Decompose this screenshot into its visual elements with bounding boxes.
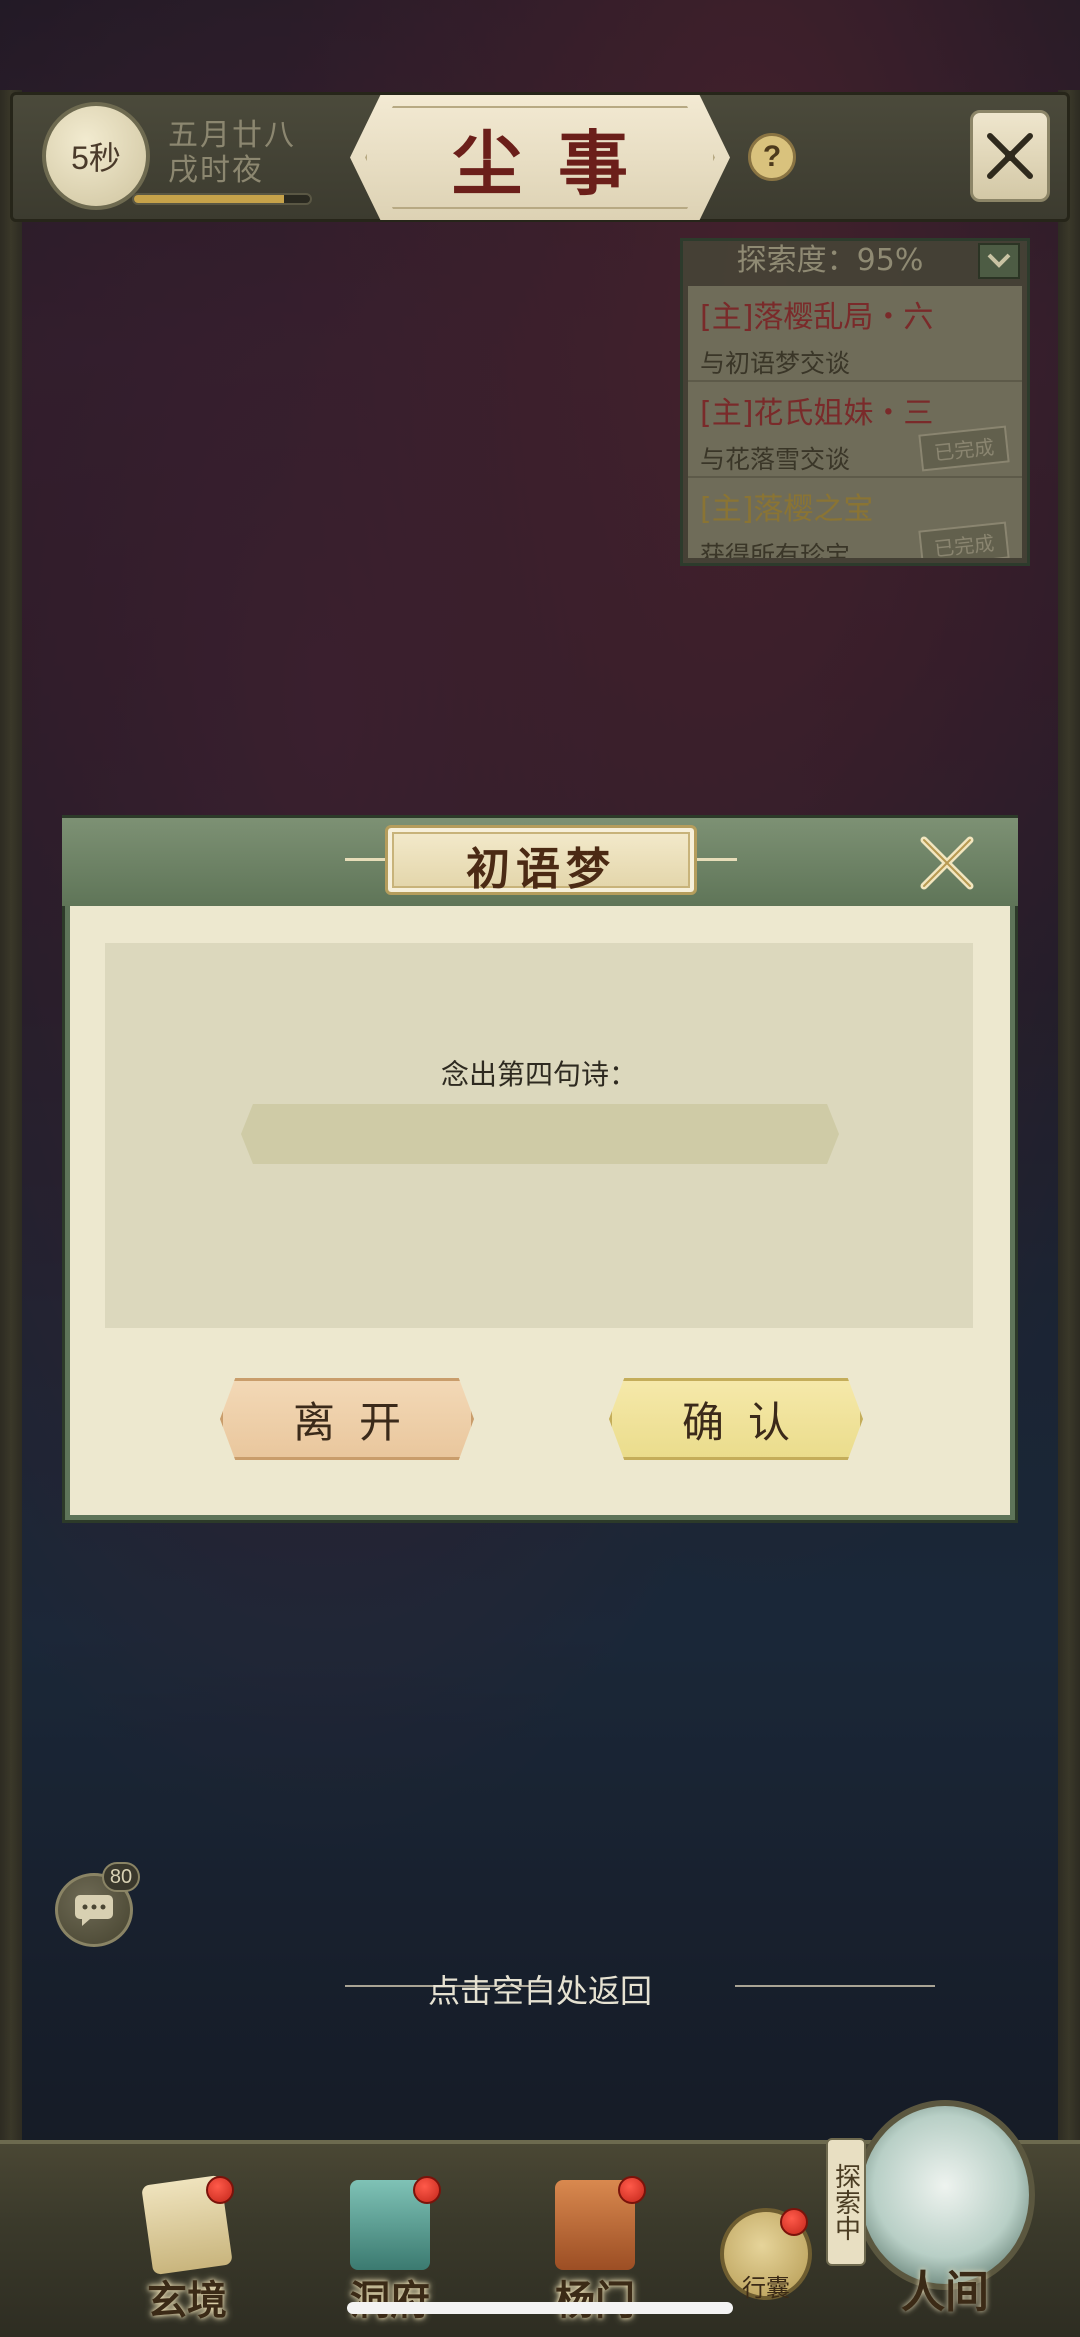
notification-dot <box>206 2176 234 2204</box>
crossed-swords-icon <box>987 133 1033 179</box>
return-hint: 点击空白处返回 <box>427 1972 652 2010</box>
close-page-button[interactable] <box>970 110 1050 202</box>
dialog-close-button[interactable] <box>912 828 982 898</box>
riddle-prompt: 念出第四句诗： <box>440 1058 637 1091</box>
renjian-label: 人间 <box>901 2267 989 2318</box>
home-indicator[interactable] <box>347 2302 733 2314</box>
page-title: 尘事 <box>452 122 664 205</box>
quest-item[interactable]: [主]落樱乱局・六 与初语梦交谈 <box>688 286 1022 382</box>
question-icon: ? <box>762 140 782 173</box>
frame-left <box>0 90 22 2150</box>
time-progress-bar <box>132 193 312 205</box>
quest-name: [主]落樱之宝 <box>700 492 874 527</box>
quest-list[interactable]: [主]落樱乱局・六 与初语梦交谈 [主]花氏姐妹・三 与花落雪交谈 已完成 [主… <box>688 286 1022 558</box>
dialog-title: 初语梦 <box>466 844 616 895</box>
bag-label: 行囊 <box>742 2274 790 2302</box>
quest-name: [主]花氏姐妹・三 <box>700 396 934 431</box>
nav-item-xuanjing[interactable]: 玄境 <box>122 2174 252 2324</box>
nav-label: 玄境 <box>147 2277 227 2324</box>
crossed-swords-icon <box>920 836 974 890</box>
nav-item-yangmen[interactable]: 杨门 <box>530 2176 660 2324</box>
nav-label: 洞府 <box>350 2277 430 2324</box>
frame-right <box>1058 90 1080 2150</box>
title-deco-left <box>345 858 385 861</box>
confirm-button[interactable]: 确认 <box>609 1378 863 1460</box>
notification-dot <box>413 2176 441 2204</box>
notification-dot <box>618 2176 646 2204</box>
chat-count-badge: 80 <box>102 1862 140 1892</box>
leave-button[interactable]: 离开 <box>220 1378 474 1460</box>
quest-item[interactable]: [主]花氏姐妹・三 与花落雪交谈 已完成 <box>688 382 1022 478</box>
quest-name: [主]落樱乱局・六 <box>700 300 934 335</box>
nav-item-dongfu[interactable]: 洞府 <box>325 2176 455 2324</box>
exploring-tag: 探索中 <box>826 2138 866 2266</box>
chevron-down-icon <box>987 253 1011 268</box>
quest-item[interactable]: [主]落樱之宝 获得所有珍宝 已完成 <box>688 478 1022 558</box>
time-progress-fill <box>134 195 284 203</box>
chat-bubble-icon <box>75 1895 113 1926</box>
notification-dot <box>780 2208 808 2236</box>
quest-desc: 与初语梦交谈 <box>700 349 851 378</box>
help-button[interactable]: ? <box>748 133 796 181</box>
answer-input[interactable] <box>241 1104 839 1164</box>
title-deco-right <box>697 858 737 861</box>
time-of-day-label: 戌时夜 <box>168 153 264 188</box>
nav-label: 杨门 <box>555 2277 635 2324</box>
explore-progress-label: 探索度：95% <box>736 243 924 278</box>
quest-panel-toggle[interactable] <box>978 243 1020 279</box>
